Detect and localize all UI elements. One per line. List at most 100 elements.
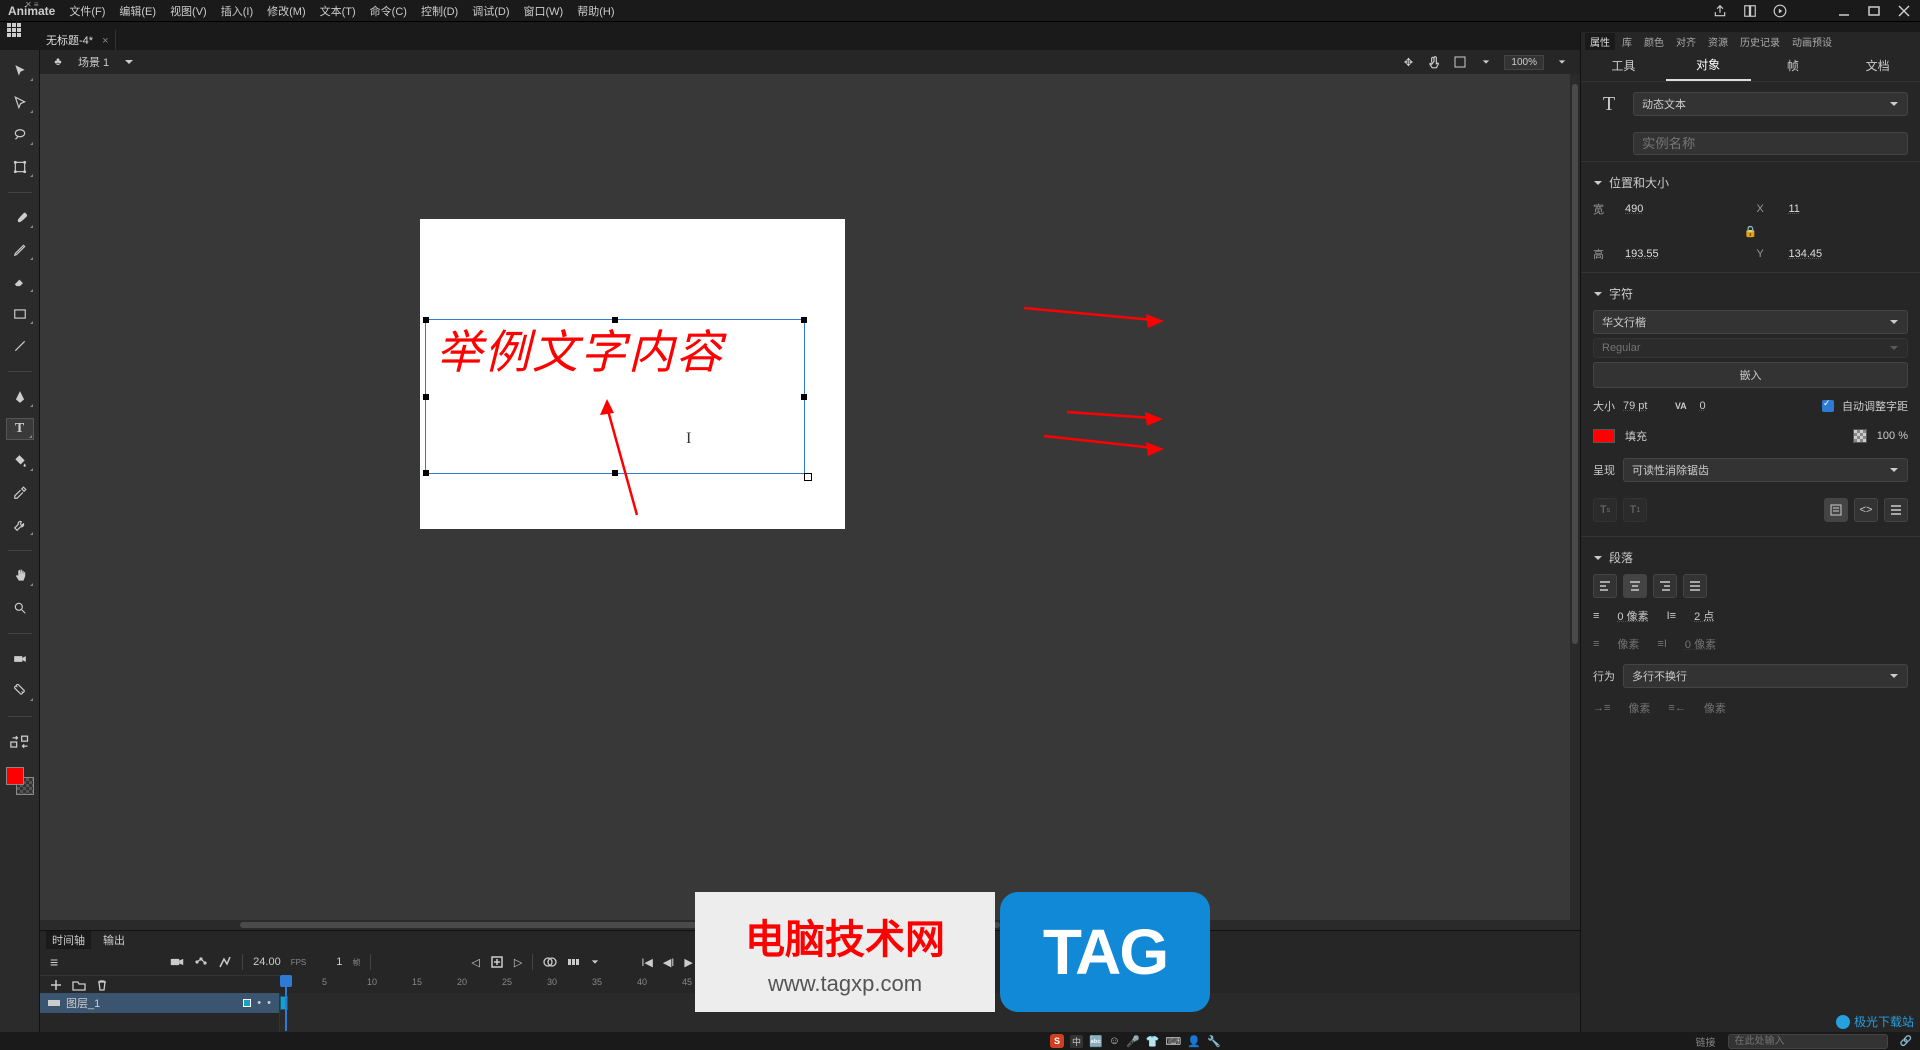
- document-tab[interactable]: 无标题-4* ×: [40, 30, 116, 50]
- clipping-icon[interactable]: [1452, 54, 1468, 70]
- lasso-tool[interactable]: [6, 124, 34, 146]
- selection-tool[interactable]: [6, 60, 34, 82]
- height-value[interactable]: 193.55: [1625, 248, 1745, 260]
- font-family-select[interactable]: 华文行楷: [1593, 310, 1908, 334]
- section-character-header[interactable]: 字符: [1593, 281, 1908, 306]
- camera-icon[interactable]: [170, 956, 184, 968]
- resize-handle[interactable]: [423, 470, 429, 476]
- tab-properties[interactable]: 属性: [1585, 33, 1615, 50]
- zoom-value[interactable]: 100%: [1504, 55, 1544, 70]
- fill-color-swatch[interactable]: [1593, 429, 1615, 443]
- sub-tab-object[interactable]: 对象: [1666, 50, 1751, 81]
- menu-window[interactable]: 窗口(W): [524, 3, 564, 19]
- scene-dropdown-icon[interactable]: [121, 54, 137, 70]
- border-icon[interactable]: [1824, 498, 1848, 522]
- ime-icon[interactable]: 🔧: [1207, 1035, 1221, 1048]
- autokern-checkbox[interactable]: [1822, 400, 1834, 412]
- delete-layer-icon[interactable]: [96, 979, 108, 991]
- hand-tool[interactable]: [6, 565, 34, 587]
- paragraph-options-icon[interactable]: [1884, 498, 1908, 522]
- menu-view[interactable]: 视图(V): [170, 3, 207, 19]
- frame-number[interactable]: 1: [336, 956, 342, 968]
- share-icon[interactable]: [1712, 3, 1728, 19]
- layer-name[interactable]: 图层_1: [66, 995, 100, 1011]
- free-transform-tool[interactable]: [6, 156, 34, 178]
- size-value[interactable]: 79 pt: [1623, 400, 1647, 412]
- tab-anim-preset[interactable]: 动画预设: [1787, 33, 1837, 50]
- line-tool[interactable]: [6, 335, 34, 357]
- edit-multiple-icon[interactable]: [567, 955, 581, 969]
- layer-visible-dot[interactable]: •: [257, 997, 261, 1009]
- render-select[interactable]: 可读性消除锯齿: [1623, 458, 1908, 482]
- y-value[interactable]: 134.45: [1789, 248, 1909, 260]
- tab-library[interactable]: 库: [1617, 33, 1637, 50]
- html-icon[interactable]: <>: [1854, 498, 1878, 522]
- tab-history[interactable]: 历史记录: [1735, 33, 1785, 50]
- align-justify-icon[interactable]: [1683, 574, 1707, 598]
- line-spacing-value[interactable]: 2 点: [1694, 608, 1714, 624]
- paint-bucket-tool[interactable]: [6, 450, 34, 472]
- sub-tab-frame[interactable]: 帧: [1751, 50, 1836, 81]
- scene-label[interactable]: 场景 1: [78, 54, 109, 70]
- pencil-tool[interactable]: [6, 239, 34, 261]
- menu-insert[interactable]: 插入(I): [221, 3, 253, 19]
- align-left-icon[interactable]: [1593, 574, 1617, 598]
- alpha-swatch-icon[interactable]: [1853, 429, 1867, 443]
- resize-handle[interactable]: [423, 394, 429, 400]
- resize-handle[interactable]: [612, 470, 618, 476]
- sub-tab-tool[interactable]: 工具: [1581, 50, 1666, 81]
- tab-assets[interactable]: 资源: [1703, 33, 1733, 50]
- minimize-icon[interactable]: [1836, 3, 1852, 19]
- workspace-grid-icon[interactable]: [6, 22, 24, 40]
- menu-control[interactable]: 控制(D): [421, 3, 458, 19]
- close-icon[interactable]: [1896, 3, 1912, 19]
- new-folder-icon[interactable]: [72, 979, 86, 991]
- vertical-scrollbar[interactable]: [1570, 74, 1580, 920]
- align-center-icon[interactable]: [1623, 574, 1647, 598]
- scrollbar-thumb[interactable]: [1572, 84, 1578, 644]
- menu-modify[interactable]: 修改(M): [267, 3, 306, 19]
- scene-icon[interactable]: ♣: [50, 54, 66, 70]
- step-back-icon[interactable]: ◀I: [663, 956, 675, 969]
- align-right-icon[interactable]: [1653, 574, 1677, 598]
- menu-command[interactable]: 命令(C): [370, 3, 407, 19]
- canvas-area[interactable]: 举例文字内容 I: [40, 74, 1580, 930]
- selectable-icon[interactable]: Ts: [1593, 498, 1617, 522]
- stage[interactable]: 举例文字内容 I: [420, 219, 845, 529]
- bone-tool[interactable]: [6, 680, 34, 702]
- menu-text[interactable]: 文本(T): [320, 3, 356, 19]
- goto-last-icon[interactable]: ▷: [514, 956, 522, 969]
- chevron-down-icon[interactable]: [1554, 54, 1570, 70]
- ime-icon[interactable]: 👤: [1187, 1035, 1201, 1048]
- ime-lang-badge[interactable]: 中: [1070, 1035, 1083, 1048]
- zoom-tool[interactable]: [6, 597, 34, 619]
- tab-close-icon[interactable]: ×: [102, 35, 108, 47]
- menu-help[interactable]: 帮助(H): [577, 3, 614, 19]
- ime-icon[interactable]: ⌨: [1165, 1035, 1181, 1048]
- space-after-value[interactable]: 0 像素: [1685, 636, 1716, 652]
- menu-file[interactable]: 文件(F): [69, 3, 105, 19]
- insert-frame-icon[interactable]: [490, 955, 504, 969]
- menu-edit[interactable]: 编辑(E): [119, 3, 156, 19]
- wrench-tool[interactable]: [6, 514, 34, 536]
- resize-handle[interactable]: [801, 317, 807, 323]
- superscript-icon[interactable]: T1: [1623, 498, 1647, 522]
- layer-depth-icon[interactable]: [194, 955, 208, 969]
- layer-lock-dot[interactable]: •: [267, 997, 271, 1009]
- graph-icon[interactable]: [218, 955, 232, 969]
- swap-colors-icon[interactable]: [6, 731, 34, 753]
- text-frame[interactable]: 举例文字内容 I: [425, 319, 805, 474]
- text-tool[interactable]: T: [6, 418, 34, 440]
- sub-tab-doc[interactable]: 文档: [1835, 50, 1920, 81]
- resize-handle[interactable]: [612, 317, 618, 323]
- camera-tool[interactable]: [6, 648, 34, 670]
- width-value[interactable]: 490: [1625, 203, 1745, 215]
- chevron-down-icon[interactable]: [1478, 54, 1494, 70]
- layer-row[interactable]: 图层_1 • •: [40, 993, 279, 1013]
- tab-output[interactable]: 输出: [103, 932, 125, 948]
- onion-skin-icon[interactable]: [543, 955, 557, 969]
- lock-icon[interactable]: 🔒: [1744, 226, 1758, 238]
- menu-debug[interactable]: 调试(D): [472, 3, 509, 19]
- fill-alpha-value[interactable]: 100 %: [1877, 430, 1908, 442]
- window-arrange-icon[interactable]: [1742, 3, 1758, 19]
